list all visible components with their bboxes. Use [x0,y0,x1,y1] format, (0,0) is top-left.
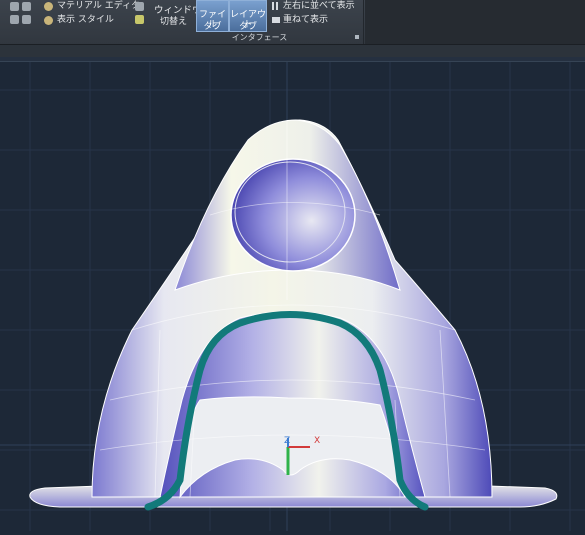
file-tabs-sublabel: タブ [203,22,222,32]
switch-window-sublabel: 切替え [160,17,188,27]
drawing-viewport[interactable]: Z X [0,62,585,531]
mail-icon[interactable] [22,15,31,24]
sun-icon[interactable] [135,2,144,11]
grid-icon[interactable] [10,15,19,24]
tile-horizontal-icon [272,2,274,10]
ribbon-footer [0,45,585,57]
file-tabs-button[interactable]: ファイル タブ [196,0,229,32]
tile-horizontal-button[interactable]: 左右に並べて表示 [270,0,365,13]
material-editor-icon [44,2,53,11]
visual-style-icon [44,16,53,25]
sky-icon[interactable] [135,15,144,24]
model-hole [230,158,356,272]
ribbon-toolbar: マテリアル エディタ 表示 スタイル ウィンドウ 切替え ファイル タブ レイア… [0,0,585,45]
render-icon[interactable] [10,2,19,11]
panel-expand-icon[interactable] [355,35,359,39]
interface-panel-label: インタフェース [231,33,288,42]
switch-window-button[interactable]: ウィンドウ 切替え [150,0,202,32]
visual-style-button[interactable]: 表示 スタイル [57,15,114,26]
tile-horizontal-icon-part [276,2,278,10]
model-canvas: Z X [0,62,585,531]
ucs-x-label: X [314,436,320,446]
lights-icon[interactable] [22,2,31,11]
cascade-icon [272,17,280,23]
layout-tabs-button[interactable]: レイアウト タブ [229,0,267,32]
layout-tabs-sublabel: タブ [238,22,257,32]
material-editor-button[interactable]: マテリアル エディタ [57,1,140,12]
panel-divider [363,0,364,44]
cascade-label: 重ねて表示 [283,15,329,25]
tile-horizontal-label: 左右に並べて表示 [283,1,355,11]
cascade-button[interactable]: 重ねて表示 [270,14,365,27]
ucs-z-label: Z [284,436,290,446]
ribbon-empty-area [365,0,585,44]
switch-window-label: ウィンドウ [154,5,202,16]
